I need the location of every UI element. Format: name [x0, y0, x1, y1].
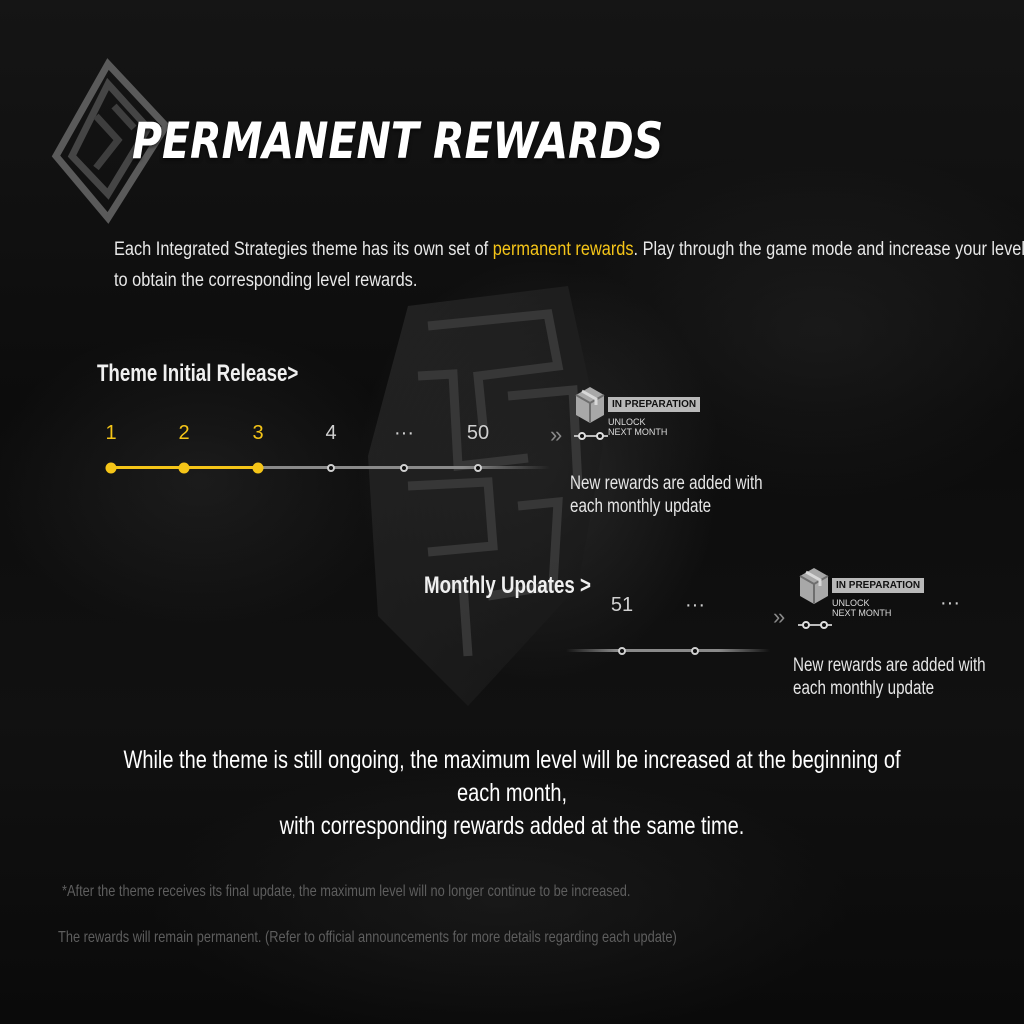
- level-tick-label: ···: [394, 422, 414, 444]
- mini-track-icon: [574, 432, 608, 440]
- double-chevron-icon: »: [773, 604, 785, 629]
- note-line2: each monthly update: [793, 678, 935, 699]
- intro-text-line2: to obtain the corresponding level reward…: [114, 270, 418, 291]
- summary-line1: While the theme is still ongoing, the ma…: [123, 746, 901, 807]
- reward-box-icon: [799, 568, 829, 604]
- initial-release-next-reward: IN PREPARATION UNLOCK NEXT MONTH: [572, 383, 712, 453]
- level-node: [252, 462, 264, 473]
- monthly-updates-track-line: [566, 649, 770, 652]
- level-node: [105, 462, 117, 473]
- summary-text: While the theme is still ongoing, the ma…: [0, 744, 1024, 843]
- level-node: [474, 463, 482, 472]
- reward-box-icon: [575, 387, 605, 423]
- in-preparation-badge: IN PREPARATION: [608, 397, 701, 412]
- level-tick-label: 50: [466, 422, 490, 444]
- monthly-updates-next-reward: IN PREPARATION UNLOCK NEXT MONTH: [796, 564, 936, 634]
- summary-line2: with corresponding rewards added at the …: [279, 812, 745, 840]
- monthly-updates-label: Monthly Updates >: [424, 572, 591, 599]
- initial-release-note: New rewards are added with each monthly …: [570, 472, 763, 518]
- level-tick-label: ···: [685, 594, 705, 616]
- level-node: [327, 463, 335, 472]
- page-title: PERMANENT REWARDS: [132, 112, 664, 170]
- next-month-label: NEXT MONTH: [608, 427, 668, 437]
- level-node: [691, 646, 699, 655]
- level-tick-label: 51: [610, 594, 634, 616]
- monthly-updates-trailing-ellipsis: ···: [940, 592, 960, 614]
- note-line2: each monthly update: [570, 496, 712, 517]
- level-tick-label: 2: [178, 422, 190, 444]
- footnote-line1: *After the theme receives its final upda…: [62, 883, 631, 900]
- initial-release-label: Theme Initial Release>: [97, 360, 299, 387]
- intro-text-end: . Play through the game mode and increas…: [633, 239, 1024, 260]
- intro-text-start: Each Integrated Strategies theme has its…: [114, 239, 493, 260]
- intro-highlight: permanent rewards: [492, 239, 634, 260]
- level-node: [178, 462, 190, 473]
- next-month-label: NEXT MONTH: [832, 608, 892, 618]
- intro-text: Each Integrated Strategies theme has its…: [114, 234, 1024, 296]
- mini-track-icon: [798, 621, 832, 629]
- unlock-label: UNLOCK: [608, 417, 646, 427]
- level-node: [400, 463, 408, 472]
- footnote-line2: The rewards will remain permanent. (Refe…: [58, 929, 677, 946]
- unlock-label: UNLOCK: [832, 598, 870, 608]
- unlock-next-month: UNLOCK NEXT MONTH: [608, 417, 667, 437]
- note-line1: New rewards are added with: [570, 473, 763, 494]
- double-chevron-icon: »: [550, 422, 562, 447]
- monthly-updates-note: New rewards are added with each monthly …: [793, 654, 986, 700]
- level-node: [618, 646, 626, 655]
- level-tick-label: 3: [252, 422, 264, 444]
- level-tick-label: 1: [105, 422, 117, 444]
- level-tick-label: 4: [325, 422, 337, 444]
- note-line1: New rewards are added with: [793, 655, 986, 676]
- in-preparation-badge: IN PREPARATION: [832, 578, 925, 593]
- unlock-next-month: UNLOCK NEXT MONTH: [832, 598, 891, 618]
